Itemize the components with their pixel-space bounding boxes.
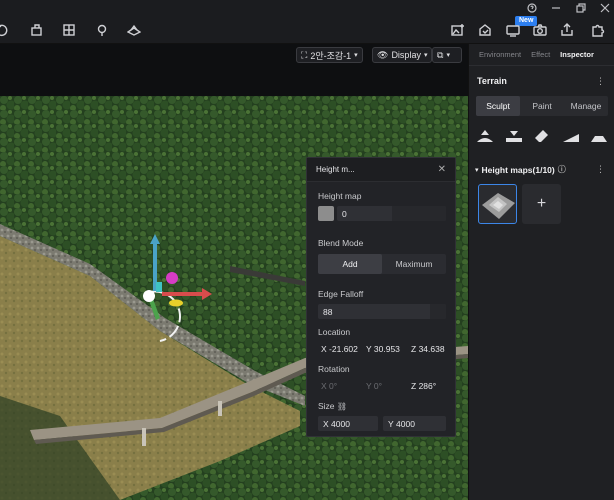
link-icon[interactable]: ⛓ [337,402,347,411]
terrain-mode-tabs: Sculpt Paint Manage [476,96,608,116]
blend-option-maximum[interactable]: Maximum [382,254,446,274]
size-x-field[interactable]: X 4000 [318,416,378,431]
height-map-label: Height map [318,191,362,201]
blend-mode-label: Blend Mode [318,238,364,248]
edge-falloff-label: Edge Falloff [318,289,364,299]
bucket-icon[interactable] [29,22,45,38]
chevron-down-icon: ▾ [423,52,428,59]
camera-icon[interactable] [532,22,548,38]
location-label: Location [318,327,351,337]
camera-icon: ⛶ [301,49,308,60]
inspector-panel: Environment Effect Inspector Terrain ⋮ S… [468,44,614,500]
flatten-tool-icon[interactable] [589,128,609,150]
camera-select[interactable]: ⛶ 2안-조감-1 ▾ [296,47,363,63]
height-map-value: 0 [342,208,347,219]
size-y-field[interactable]: Y 4000 [383,416,446,431]
tab-environment[interactable]: Environment [479,50,521,59]
raise-tool-icon[interactable] [475,128,495,150]
size-label: Size ⛓ [318,401,348,411]
height-map-field[interactable]: 0 [337,206,446,221]
pin-icon[interactable] [94,22,110,38]
minimize-icon[interactable] [551,3,563,15]
image-edit-icon[interactable] [450,22,466,38]
rotation-x-field: X 0° [321,381,338,391]
save-icon[interactable] [477,22,493,38]
undo-icon[interactable] [0,22,10,38]
location-y-field[interactable]: Y 30.953 [366,344,400,354]
share-icon[interactable] [559,22,575,38]
eye-icon: 👁 [377,49,389,60]
blend-mode-toggle: Add Maximum [318,254,446,274]
chevron-down-icon: ▾ [354,52,358,59]
slope-tool-icon[interactable] [561,128,581,150]
height-map-dialog: Height m... ✕ Height map 0 Blend Mode Ad… [306,157,456,437]
monitor-icon[interactable] [505,22,521,38]
tab-effect[interactable]: Effect [531,50,550,59]
add-height-map-button[interactable]: + [522,184,561,224]
height-maps-title: Height maps(1/10) [481,164,555,175]
more-options-icon[interactable]: ⋮ [596,76,605,87]
dialog-title: Height m... [316,165,355,174]
section-title: Terrain [477,76,507,86]
height-maps-header: ▾ Height maps(1/10) ⓘ [475,164,566,175]
lower-tool-icon[interactable] [504,128,524,150]
tab-sculpt[interactable]: Sculpt [476,96,520,116]
tab-manage[interactable]: Manage [564,96,608,116]
chevron-down-icon: ▾ [446,52,450,59]
3d-viewport[interactable]: ⛶ 2안-조감-1 ▾ 👁 Display ▾ ⧉ ▾ Height m... … [0,44,468,500]
dialog-header: Height m... ✕ [307,158,455,182]
top-toolbar: New [0,0,614,44]
shape-icon[interactable] [126,22,142,38]
puzzle-icon[interactable] [590,22,606,38]
rotation-y-field: Y 0° [366,381,383,391]
tab-inspector[interactable]: Inspector [560,50,594,59]
display-dropdown[interactable]: 👁 Display ▾ [372,47,433,63]
height-map-thumbnail[interactable] [478,184,517,224]
close-icon[interactable]: ✕ [438,164,446,175]
grid-icon[interactable] [61,22,77,38]
layout-icon: ⧉ [437,49,444,60]
rotation-label: Rotation [318,364,350,374]
display-label: Display [391,50,421,60]
viewport-toolbar: ⛶ 2안-조감-1 ▾ 👁 Display ▾ ⧉ ▾ [0,44,468,96]
rotation-z-field[interactable]: Z 286° [411,381,436,391]
location-z-field[interactable]: Z 34.638 [411,344,445,354]
camera-select-value: 2안-조감-1 [310,50,352,61]
help-icon[interactable]: ⓘ [558,164,566,175]
view-options-dropdown[interactable]: ⧉ ▾ [432,47,462,63]
tab-paint[interactable]: Paint [520,96,564,116]
edge-falloff-slider[interactable]: 88 [318,304,446,319]
chevron-down-icon[interactable]: ▾ [475,166,479,174]
restore-icon[interactable] [576,3,588,15]
help-icon[interactable] [527,3,539,15]
edge-falloff-value: 88 [323,306,333,317]
blend-option-add[interactable]: Add [318,254,382,274]
more-options-icon[interactable]: ⋮ [596,164,605,175]
close-icon[interactable] [600,3,612,15]
location-x-field[interactable]: X -21.602 [321,344,358,354]
eraser-tool-icon[interactable] [532,128,552,150]
height-map-thumbnail[interactable] [318,206,334,221]
panel-tabs: Environment Effect Inspector [469,44,614,66]
sculpt-tools [475,128,609,150]
